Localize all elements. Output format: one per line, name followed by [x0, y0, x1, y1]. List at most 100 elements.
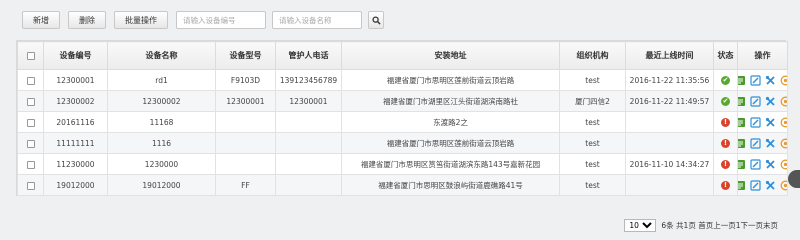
cell-last-online: 2016-11-22 11:49:57: [625, 90, 714, 112]
delete-button[interactable]: 删除: [68, 11, 106, 29]
header-device-model: 设备型号: [215, 41, 276, 70]
table-row: 11111111 1116 福建省厦门市思明区莲前街道云顶岩路 test!: [17, 132, 788, 154]
header-device-name: 设备名称: [107, 41, 216, 70]
more-icon[interactable]: [780, 180, 787, 191]
status-offline-icon: !: [721, 117, 730, 127]
view-icon[interactable]: [749, 95, 761, 107]
row-select-cell[interactable]: [17, 153, 44, 175]
cell-organization: test: [559, 132, 626, 154]
add-button[interactable]: 新增: [22, 11, 60, 29]
row-checkbox[interactable]: [26, 76, 35, 85]
device-name-search-input[interactable]: [272, 11, 362, 29]
device-number-search-input[interactable]: [176, 11, 266, 29]
row-checkbox[interactable]: [26, 118, 35, 127]
row-checkbox[interactable]: [26, 139, 35, 148]
header-status: 状态: [713, 41, 738, 70]
edit-icon[interactable]: [738, 159, 746, 170]
row-actions: [738, 137, 787, 149]
cell-device-no: 19012000: [43, 174, 108, 196]
cell-device-no: 11230000: [43, 153, 108, 175]
more-icon[interactable]: [780, 117, 787, 128]
view-icon[interactable]: [749, 116, 761, 128]
more-icon[interactable]: [780, 159, 787, 170]
cell-phone: [275, 153, 342, 175]
settings-icon[interactable]: [765, 75, 776, 86]
device-table-panel: 设备编号 设备名称 设备型号 管护人电话 安装地址 组织机构 最近上线时间 状态…: [16, 40, 788, 196]
cell-status: !: [713, 132, 738, 154]
cell-device-no: 12300002: [43, 90, 108, 112]
more-icon[interactable]: [780, 138, 787, 149]
row-select-cell[interactable]: [17, 111, 44, 133]
cell-last-online: [625, 174, 714, 196]
table-row: 12300001 rd1 F9103D 139123456789 福建省厦门市思明区莲前…: [17, 69, 788, 91]
cell-device-name: rd1: [107, 69, 216, 91]
cell-status: !: [713, 111, 738, 133]
edit-icon[interactable]: [738, 75, 746, 86]
table-row: 20161116 11168 东渡路2之 test!: [17, 111, 788, 133]
select-all-checkbox[interactable]: [26, 51, 35, 60]
status-offline-icon: !: [721, 180, 730, 190]
cell-address: 福建省厦门市思明区鼓浪屿街道鹿礁路41号: [341, 174, 560, 196]
cell-status: ✔: [713, 90, 738, 112]
row-actions: [738, 116, 787, 128]
settings-icon[interactable]: [765, 138, 776, 149]
row-checkbox[interactable]: [26, 181, 35, 190]
cell-address: 东渡路2之: [341, 111, 560, 133]
status-online-icon: ✔: [721, 75, 730, 85]
settings-icon[interactable]: [765, 180, 776, 191]
cell-device-model: [215, 132, 276, 154]
header-device-no: 设备编号: [43, 41, 108, 70]
settings-icon[interactable]: [765, 159, 776, 170]
table-row: 19012000 19012000 FF 福建省厦门市思明区鼓浪屿街道鹿礁路41号 te…: [17, 174, 788, 196]
cell-device-model: 12300001: [215, 90, 276, 112]
cell-device-model: [215, 111, 276, 133]
cell-actions: [737, 90, 788, 112]
settings-icon[interactable]: [765, 117, 776, 128]
batch-operation-button[interactable]: 批量操作: [114, 11, 168, 29]
cell-phone: [275, 174, 342, 196]
status-offline-icon: !: [721, 159, 730, 169]
edit-icon[interactable]: [738, 180, 746, 191]
cell-device-name: 12300002: [107, 90, 216, 112]
select-all-cell[interactable]: [17, 41, 44, 70]
row-select-cell[interactable]: [17, 174, 44, 196]
cell-device-name: 11168: [107, 111, 216, 133]
page-size-select[interactable]: 10: [624, 219, 657, 232]
cell-device-no: 20161116: [43, 111, 108, 133]
edit-icon[interactable]: [738, 138, 746, 149]
cell-phone: [275, 132, 342, 154]
status-online-icon: ✔: [721, 96, 730, 106]
view-icon[interactable]: [749, 137, 761, 149]
header-address: 安装地址: [341, 41, 560, 70]
more-icon[interactable]: [780, 96, 787, 107]
cell-phone: [275, 111, 342, 133]
row-checkbox[interactable]: [26, 160, 35, 169]
view-icon[interactable]: [749, 74, 761, 86]
edit-icon[interactable]: [738, 117, 746, 128]
row-select-cell[interactable]: [17, 132, 44, 154]
cell-phone: 139123456789: [275, 69, 342, 91]
cell-device-name: 1230000: [107, 153, 216, 175]
row-checkbox[interactable]: [26, 97, 35, 106]
cell-status: ✔: [713, 69, 738, 91]
view-icon[interactable]: [749, 158, 761, 170]
side-scroll-handle[interactable]: [788, 170, 800, 188]
view-icon[interactable]: [749, 179, 761, 191]
cell-organization: 厦门四信2: [559, 90, 626, 112]
row-select-cell[interactable]: [17, 90, 44, 112]
settings-icon[interactable]: [765, 96, 776, 107]
cell-device-no: 11111111: [43, 132, 108, 154]
cell-address: 福建省厦门市湖里区江头街道湖滨南路社: [341, 90, 560, 112]
more-icon[interactable]: [780, 75, 787, 86]
cell-last-online: [625, 111, 714, 133]
cell-last-online: 2016-11-10 14:34:27: [625, 153, 714, 175]
table-row: 11230000 1230000 福建省厦门市思明区筼筜街道湖滨东路143号嘉新花园…: [17, 153, 788, 175]
edit-icon[interactable]: [738, 96, 746, 107]
cell-device-model: FF: [215, 174, 276, 196]
cell-phone: 12300001: [275, 90, 342, 112]
search-button[interactable]: [368, 11, 384, 29]
row-select-cell[interactable]: [17, 69, 44, 91]
pagination-summary[interactable]: 6条 共1页 首页上一页1下一页末页: [661, 220, 778, 231]
device-table: 设备编号 设备名称 设备型号 管护人电话 安装地址 组织机构 最近上线时间 状态…: [17, 41, 788, 196]
header-organization: 组织机构: [559, 41, 626, 70]
